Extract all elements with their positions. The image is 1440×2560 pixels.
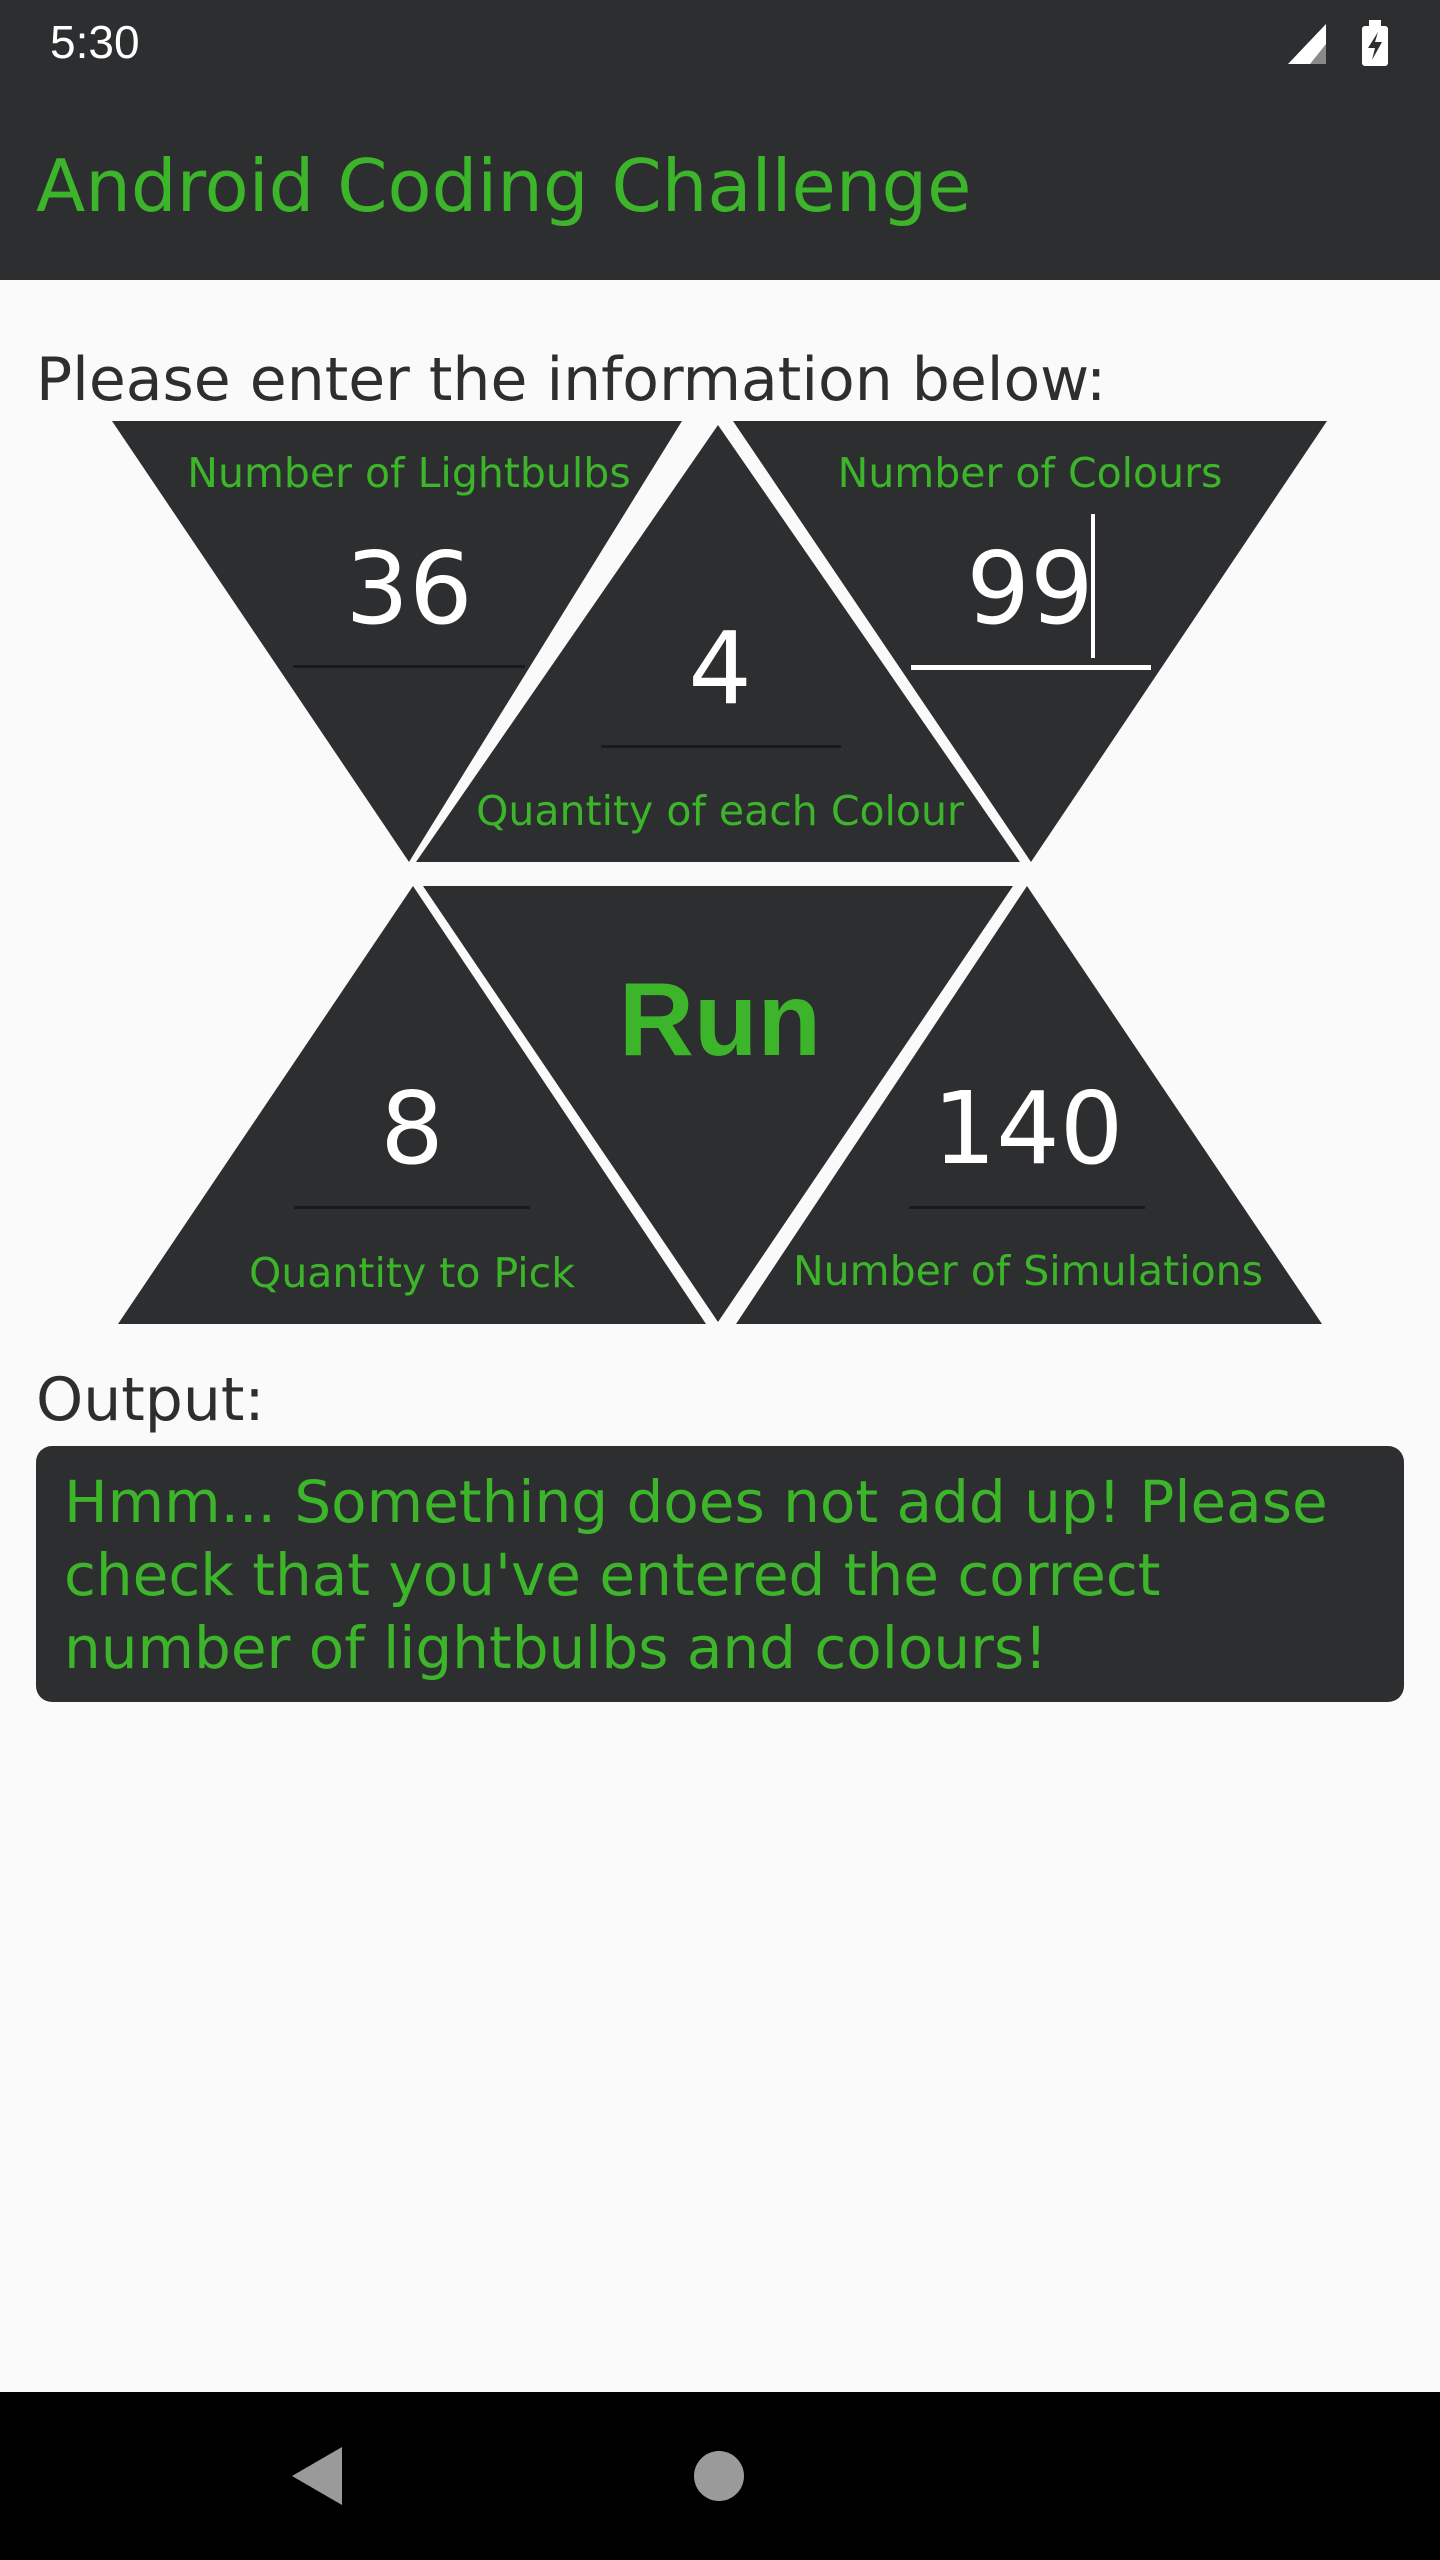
quantity-each-label: Quantity of each Colour bbox=[476, 787, 964, 835]
run-button[interactable]: Run bbox=[619, 960, 821, 1080]
back-icon[interactable] bbox=[292, 2447, 342, 2505]
output-box: Hmm... Something does not add up! Please… bbox=[36, 1446, 1404, 1702]
text-cursor bbox=[1091, 514, 1095, 658]
quantity-pick-underline bbox=[294, 1206, 530, 1209]
quantity-pick-input[interactable]: 8 bbox=[380, 1074, 444, 1184]
lightbulbs-label: Number of Lightbulbs bbox=[187, 449, 631, 497]
simulations-label: Number of Simulations bbox=[792, 1247, 1264, 1295]
colours-input[interactable]: 99 bbox=[966, 534, 1093, 644]
home-icon[interactable] bbox=[694, 2451, 744, 2501]
lightbulbs-underline bbox=[293, 665, 525, 668]
colours-underline bbox=[911, 665, 1151, 670]
output-text: Hmm... Something does not add up! Please… bbox=[64, 1468, 1328, 1682]
output-heading: Output: bbox=[36, 1365, 265, 1435]
quantity-each-underline bbox=[601, 745, 841, 748]
simulations-input[interactable]: 140 bbox=[933, 1074, 1124, 1184]
nav-bar bbox=[0, 2392, 1440, 2560]
simulations-underline bbox=[909, 1206, 1145, 1209]
colours-label: Number of Colours bbox=[837, 449, 1223, 497]
quantity-each-input[interactable]: 4 bbox=[688, 614, 752, 724]
nav-buttons bbox=[292, 2447, 744, 2505]
lightbulbs-input[interactable]: 36 bbox=[345, 534, 472, 644]
quantity-pick-label: Quantity to Pick bbox=[249, 1249, 575, 1297]
